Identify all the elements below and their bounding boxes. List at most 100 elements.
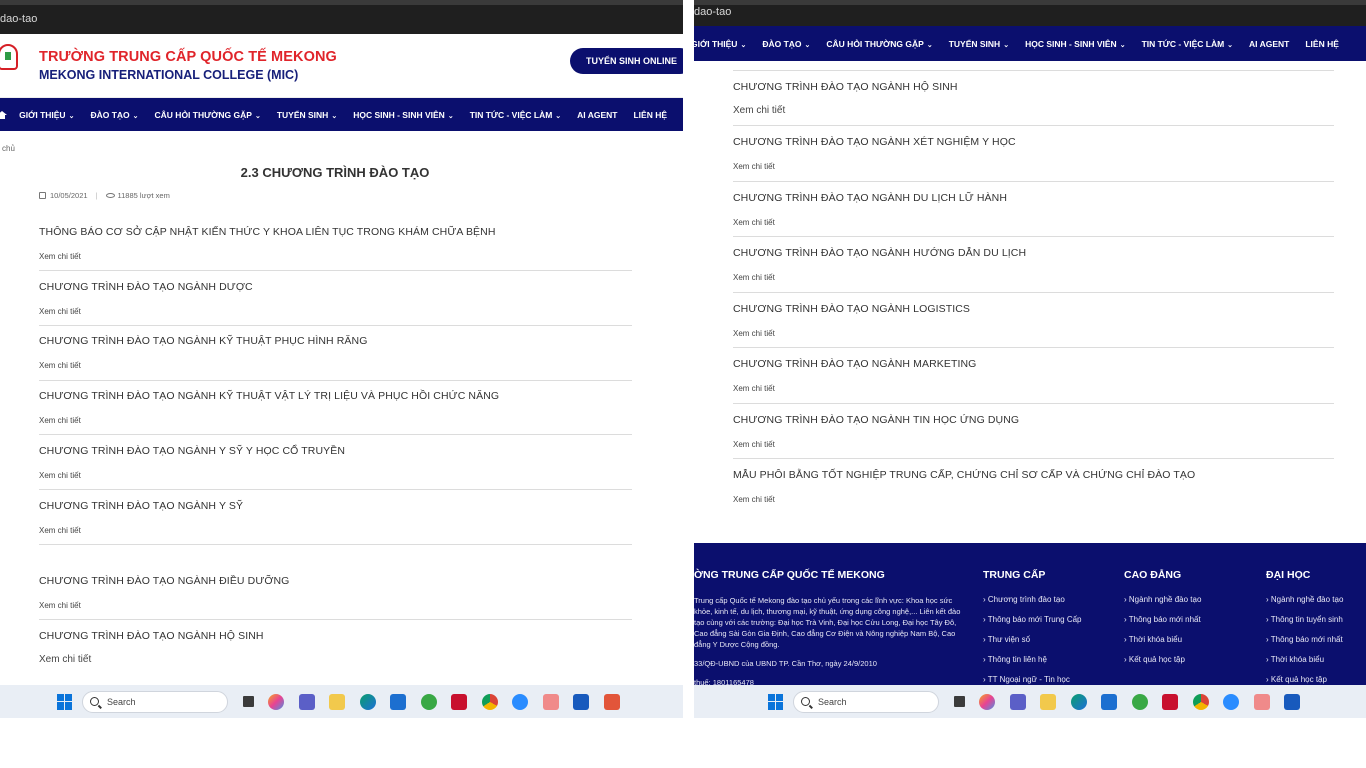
store-icon[interactable] xyxy=(390,693,406,710)
list-item-title[interactable]: CHƯƠNG TRÌNH ĐÀO TẠO NGÀNH HƯỚNG DẪN DU … xyxy=(733,247,1334,259)
zalo-icon[interactable] xyxy=(512,693,528,710)
store-icon[interactable] xyxy=(1101,693,1117,710)
nav-tin-tuc[interactable]: TIN TỨC - VIỆC LÀM ⌄ xyxy=(1142,39,1233,49)
zalo-icon[interactable] xyxy=(1223,693,1239,710)
view-details-link[interactable]: Xem chi tiết xyxy=(39,601,632,610)
nav-gioi-thieu[interactable]: GIỚI THIỆU ⌄ xyxy=(694,39,746,49)
copilot-icon[interactable] xyxy=(268,693,284,710)
nav-tuyen-sinh[interactable]: TUYỂN SINH ⌄ xyxy=(277,110,337,120)
list-item-title[interactable]: CHƯƠNG TRÌNH ĐÀO TẠO NGÀNH Y SỸ Y HỌC CỔ… xyxy=(39,445,632,457)
nav-tin-tuc[interactable]: TIN TỨC - VIỆC LÀM ⌄ xyxy=(470,110,561,120)
chrome-icon[interactable] xyxy=(481,693,498,710)
post-meta: 10/05/2021 | 11885 lượt xem xyxy=(39,191,170,200)
view-details-link[interactable]: Xem chi tiết xyxy=(39,471,632,480)
footer-link[interactable]: Thư viện số xyxy=(983,635,1082,644)
view-details-link[interactable]: Xem chi tiết xyxy=(733,218,1334,227)
taskbar-search[interactable]: Search xyxy=(793,690,939,713)
list-item-title[interactable]: CHƯƠNG TRÌNH ĐÀO TẠO NGÀNH HỘ SINH xyxy=(39,630,632,642)
nav-dao-tao[interactable]: ĐÀO TẠO ⌄ xyxy=(762,39,810,49)
footer-col-dai-hoc: ĐẠI HỌC Ngành nghề đào tạo Thông tin tuy… xyxy=(1266,569,1343,695)
task-view-icon[interactable] xyxy=(953,696,965,707)
copilot-icon[interactable] xyxy=(979,693,995,710)
footer-link[interactable]: Thông báo mới nhất xyxy=(1124,615,1201,624)
snipping-tool-icon[interactable] xyxy=(603,693,620,710)
word-icon[interactable] xyxy=(573,693,589,710)
nav-dao-tao[interactable]: ĐÀO TẠO ⌄ xyxy=(90,110,138,120)
game-icon[interactable] xyxy=(420,693,437,710)
list-item-title[interactable]: CHƯƠNG TRÌNH ĐÀO TẠO NGÀNH KỸ THUẬT PHỤC… xyxy=(39,335,632,347)
task-view-icon[interactable] xyxy=(242,696,254,707)
nav-gioi-thieu[interactable]: GIỚI THIỆU ⌄ xyxy=(19,110,74,120)
mcafee-icon[interactable] xyxy=(1162,693,1178,710)
chrome-icon[interactable] xyxy=(1192,693,1209,710)
edge-icon[interactable] xyxy=(1070,693,1087,710)
list-item-title[interactable]: CHƯƠNG TRÌNH ĐÀO TẠO NGÀNH DU LỊCH LỮ HÀ… xyxy=(733,192,1334,204)
taskbar-search[interactable]: Search xyxy=(82,690,228,713)
teams-icon[interactable] xyxy=(298,693,315,710)
view-details-link[interactable]: Xem chi tiết xyxy=(39,361,632,370)
view-details-link[interactable]: Xem chi tiết xyxy=(39,654,632,665)
footer-link[interactable]: Thời khóa biểu xyxy=(1266,655,1343,664)
list-item-title[interactable]: CHƯƠNG TRÌNH ĐÀO TẠO NGÀNH HỘ SINH xyxy=(733,81,1334,93)
app-pinned-icon[interactable] xyxy=(1253,693,1270,710)
view-details-link[interactable]: Xem chi tiết xyxy=(39,307,632,316)
list-item-title[interactable]: CHƯƠNG TRÌNH ĐÀO TẠO NGÀNH XÉT NGHIỆM Y … xyxy=(733,136,1334,148)
view-details-link[interactable]: Xem chi tiết xyxy=(733,384,1334,393)
view-details-link[interactable]: Xem chi tiết xyxy=(733,273,1334,282)
school-logo[interactable] xyxy=(0,40,22,92)
footer-link[interactable]: Kết quả học tập xyxy=(1266,675,1343,684)
list-item-title[interactable]: CHƯƠNG TRÌNH ĐÀO TẠO NGÀNH TIN HỌC ỨNG D… xyxy=(733,414,1334,426)
footer-link[interactable]: Thông báo mới nhất xyxy=(1266,635,1343,644)
nav-tuyen-sinh[interactable]: TUYỂN SINH ⌄ xyxy=(949,39,1009,49)
list-item-title[interactable]: CHƯƠNG TRÌNH ĐÀO TẠO NGÀNH MARKETING xyxy=(733,358,1334,370)
nav-lien-he[interactable]: LIÊN HỆ xyxy=(1305,39,1339,49)
word-icon[interactable] xyxy=(1284,693,1300,710)
home-icon[interactable] xyxy=(0,110,8,119)
list-item-title[interactable]: CHƯƠNG TRÌNH ĐÀO TẠO NGÀNH DƯỢC xyxy=(39,281,632,293)
view-details-link[interactable]: Xem chi tiết xyxy=(733,105,1334,116)
view-details-link[interactable]: Xem chi tiết xyxy=(39,252,632,261)
address-bar[interactable]: dao-tao xyxy=(694,0,1366,26)
list-item-title[interactable]: CHƯƠNG TRÌNH ĐÀO TẠO NGÀNH LOGISTICS xyxy=(733,303,1334,315)
view-details-link[interactable]: Xem chi tiết xyxy=(733,162,1334,171)
list-item-title[interactable]: CHƯƠNG TRÌNH ĐÀO TẠO NGÀNH ĐIỀU DƯỠNG xyxy=(39,575,632,587)
address-bar[interactable]: dao-tao xyxy=(0,0,683,34)
view-details-link[interactable]: Xem chi tiết xyxy=(733,440,1334,449)
footer-link[interactable]: Kết quả học tập xyxy=(1124,655,1201,664)
teams-icon[interactable] xyxy=(1009,693,1026,710)
footer-link[interactable]: Thông tin liên hệ xyxy=(983,655,1082,664)
windows-start-icon[interactable] xyxy=(57,693,73,710)
taskbar-search-label: Search xyxy=(107,696,136,707)
nav-hoc-sinh[interactable]: HỌC SINH - SINH VIÊN ⌄ xyxy=(353,110,454,120)
footer-link[interactable]: Thời khóa biểu xyxy=(1124,635,1201,644)
nav-faq[interactable]: CÂU HỎI THƯỜNG GẶP ⌄ xyxy=(155,110,261,120)
nav-ai-agent[interactable]: AI AGENT xyxy=(577,110,617,120)
list-item-title[interactable]: THÔNG BÁO CƠ SỞ CẬP NHẬT KIẾN THỨC Y KHO… xyxy=(39,226,632,238)
mcafee-icon[interactable] xyxy=(451,693,467,710)
view-details-link[interactable]: Xem chi tiết xyxy=(733,495,1334,504)
view-details-link[interactable]: Xem chi tiết xyxy=(39,526,632,535)
footer-link[interactable]: TT Ngoại ngữ - Tin học xyxy=(983,675,1082,684)
app-pinned-icon[interactable] xyxy=(542,693,559,710)
edge-icon[interactable] xyxy=(359,693,376,710)
file-explorer-icon[interactable] xyxy=(1040,693,1056,710)
footer-link[interactable]: Ngành nghề đào tạo xyxy=(1124,595,1202,604)
list-item-title[interactable]: CHƯƠNG TRÌNH ĐÀO TẠO NGÀNH KỸ THUẬT VẬT … xyxy=(39,390,632,402)
list-item-title[interactable]: MẪU PHÔI BẰNG TỐT NGHIỆP TRUNG CẤP, CHỨN… xyxy=(733,469,1334,481)
footer-link[interactable]: Chương trình đào tạo xyxy=(983,595,1082,604)
footer-link[interactable]: Ngành nghề đào tạo xyxy=(1266,595,1344,604)
file-explorer-icon[interactable] xyxy=(329,693,345,710)
nav-lien-he[interactable]: LIÊN HỆ xyxy=(633,110,667,120)
view-details-link[interactable]: Xem chi tiết xyxy=(39,416,632,425)
online-admission-button[interactable]: TUYỂN SINH ONLINE xyxy=(569,48,683,74)
windows-start-icon[interactable] xyxy=(768,693,784,710)
nav-ai-agent[interactable]: AI AGENT xyxy=(1249,39,1289,49)
nav-hoc-sinh[interactable]: HỌC SINH - SINH VIÊN ⌄ xyxy=(1025,39,1126,49)
nav-faq[interactable]: CÂU HỎI THƯỜNG GẶP ⌄ xyxy=(826,39,932,49)
footer-link[interactable]: Thông báo mới Trung Cấp xyxy=(983,615,1082,624)
breadcrumb[interactable]: chủ xyxy=(2,144,15,153)
footer-link[interactable]: Thông tin tuyển sinh xyxy=(1266,615,1343,624)
view-details-link[interactable]: Xem chi tiết xyxy=(733,329,1334,338)
list-item-title[interactable]: CHƯƠNG TRÌNH ĐÀO TẠO NGÀNH Y SỸ xyxy=(39,500,632,512)
game-icon[interactable] xyxy=(1131,693,1148,710)
